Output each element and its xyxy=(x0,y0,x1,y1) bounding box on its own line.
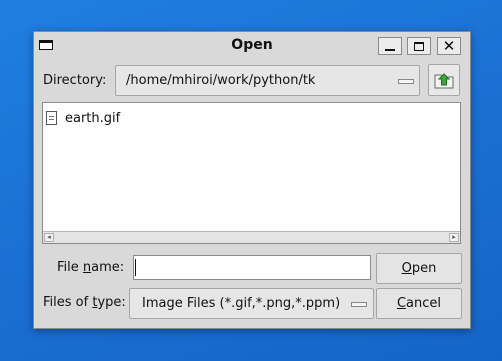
open-button-accel: O xyxy=(401,261,412,276)
close-button[interactable]: ✕ xyxy=(437,37,461,55)
file-type-label-pre: Files of xyxy=(43,295,93,310)
file-name-label: File name: xyxy=(57,260,124,275)
file-type-label: Files of type: xyxy=(43,295,126,310)
close-icon: ✕ xyxy=(442,36,456,55)
directory-label: Directory: xyxy=(43,73,106,88)
open-button[interactable]: Open xyxy=(376,253,462,284)
minimize-button[interactable] xyxy=(378,37,402,55)
file-icon xyxy=(46,111,57,125)
folder-up-icon xyxy=(434,73,454,89)
open-button-label: pen xyxy=(411,261,437,276)
file-type-combo[interactable]: Image Files (*.gif,*.png,*.ppm) xyxy=(129,288,374,319)
text-caret xyxy=(135,259,136,276)
file-name-label-accel: n xyxy=(82,260,92,275)
file-name: earth.gif xyxy=(65,110,121,126)
dropdown-indicator-icon xyxy=(398,79,414,84)
maximize-button[interactable] xyxy=(407,37,431,55)
cancel-button-accel: C xyxy=(396,296,407,311)
open-dialog: Open ✕ Directory: /home/mhiroi/work/pyth… xyxy=(33,31,471,329)
file-name-label-post: ame: xyxy=(91,260,125,275)
file-list[interactable]: earth.gif ◂ ▸ xyxy=(42,102,461,244)
scroll-left-icon[interactable]: ◂ xyxy=(44,233,54,242)
minimize-icon xyxy=(385,49,395,51)
title-bar[interactable]: Open ✕ xyxy=(34,32,470,60)
file-name-input[interactable] xyxy=(133,255,371,280)
directory-combo[interactable]: /home/mhiroi/work/python/tk xyxy=(115,65,420,96)
directory-label-text: Directory: xyxy=(43,73,107,88)
file-type-label-post: ype: xyxy=(97,295,126,310)
maximize-icon xyxy=(414,41,424,51)
horizontal-scrollbar[interactable]: ◂ ▸ xyxy=(43,231,460,243)
cancel-button[interactable]: Cancel xyxy=(376,288,462,319)
cancel-button-label: ancel xyxy=(406,296,442,311)
up-directory-button[interactable] xyxy=(428,64,460,96)
file-type-value: Image Files (*.gif,*.png,*.ppm) xyxy=(142,296,341,311)
directory-path: /home/mhiroi/work/python/tk xyxy=(126,73,316,88)
window-title: Open xyxy=(231,37,273,53)
list-item[interactable]: earth.gif xyxy=(46,109,120,127)
file-name-label-pre: File xyxy=(57,260,83,275)
dropdown-indicator-icon xyxy=(351,302,367,307)
scroll-right-icon[interactable]: ▸ xyxy=(449,233,459,242)
